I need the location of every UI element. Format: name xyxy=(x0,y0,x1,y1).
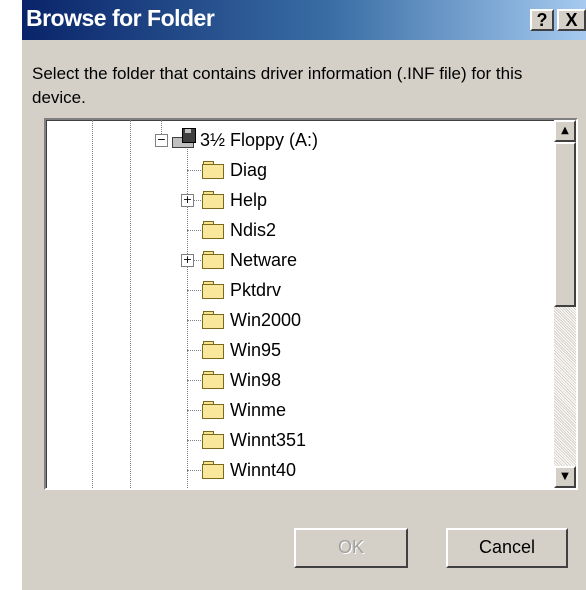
tree-node-folder[interactable]: Winnt40 xyxy=(46,456,536,486)
close-button[interactable]: X xyxy=(557,9,586,31)
tree-connector xyxy=(187,290,201,291)
cancel-button[interactable]: Cancel xyxy=(446,528,568,568)
tree-node-label: Win98 xyxy=(230,370,282,390)
instruction-text: Select the folder that contains driver i… xyxy=(32,64,523,107)
tree-node-folder[interactable]: + Netware xyxy=(46,246,536,276)
folder-icon xyxy=(202,401,224,419)
expand-icon[interactable]: + xyxy=(181,254,194,267)
dialog-title: Browse for Folder xyxy=(26,5,215,31)
ok-button[interactable]: OK xyxy=(294,528,408,568)
tree-connector xyxy=(187,320,201,321)
tree-connector xyxy=(187,410,201,411)
tree-node-folder[interactable]: Pktdrv xyxy=(46,276,536,306)
tree-node-folder[interactable]: + Help xyxy=(46,186,536,216)
floppy-drive-icon xyxy=(172,128,198,150)
collapse-icon[interactable]: − xyxy=(155,134,168,147)
browse-for-folder-dialog: Browse for Folder ? X Select the folder … xyxy=(22,0,586,590)
folder-icon xyxy=(202,161,224,179)
tree-connector xyxy=(187,230,201,231)
tree-node-folder[interactable]: Winnt351 xyxy=(46,426,536,456)
scroll-thumb[interactable] xyxy=(554,142,576,307)
tree-node-label: Win95 xyxy=(230,340,282,360)
expand-icon[interactable]: + xyxy=(181,194,194,207)
tree-node-label: Winnt40 xyxy=(230,460,297,480)
folder-icon xyxy=(202,311,224,329)
folder-icon xyxy=(202,371,224,389)
tree-node-label: Winxp xyxy=(230,488,280,490)
tree-connector xyxy=(187,170,201,171)
tree-node-label: Winnt351 xyxy=(230,430,307,450)
folder-icon xyxy=(202,251,224,269)
title-bar[interactable]: Browse for Folder ? X xyxy=(22,0,586,40)
folder-icon xyxy=(202,191,224,209)
tree-node-label: Netware xyxy=(230,250,298,270)
scroll-down-button[interactable]: ▼ xyxy=(554,466,576,488)
tree-node-label: Pktdrv xyxy=(230,280,282,300)
tree-connector xyxy=(187,380,201,381)
tree-node-folder[interactable]: Ndis2 xyxy=(46,216,536,246)
tree-node-folder[interactable]: Win2000 xyxy=(46,306,536,336)
folder-icon xyxy=(202,431,224,449)
folder-icon xyxy=(202,461,224,479)
tree-node-label: 3½ Floppy (A:) xyxy=(200,130,319,150)
tree-node-label: Ndis2 xyxy=(230,220,277,240)
tree-node-floppy-drive[interactable]: − 3½ Floppy (A:) xyxy=(46,126,536,156)
tree-node-folder[interactable]: Win95 xyxy=(46,336,536,366)
folder-tree[interactable]: − 3½ Floppy (A:) Diag + Help Ndis2 + Netware P… xyxy=(44,118,578,490)
tree-node-folder[interactable]: Diag xyxy=(46,156,536,186)
folder-icon xyxy=(202,281,224,299)
tree-node-label: Win2000 xyxy=(230,310,302,330)
folder-icon xyxy=(202,341,224,359)
tree-connector xyxy=(187,470,201,471)
tree-node-folder[interactable]: Winme xyxy=(46,396,536,426)
tree-node-label: Help xyxy=(230,190,268,210)
tree-node-label: Diag xyxy=(230,160,268,180)
scroll-up-button[interactable]: ▲ xyxy=(554,120,576,142)
tree-connector xyxy=(187,440,201,441)
tree-node-label: Winme xyxy=(230,400,287,420)
tree-connector xyxy=(187,350,201,351)
tree-scrollbar[interactable]: ▲ ▼ xyxy=(554,120,576,488)
folder-icon xyxy=(202,221,224,239)
tree-node-folder[interactable]: Win98 xyxy=(46,366,536,396)
help-button[interactable]: ? xyxy=(530,9,554,31)
tree-node-folder[interactable]: Winxp xyxy=(46,486,536,490)
